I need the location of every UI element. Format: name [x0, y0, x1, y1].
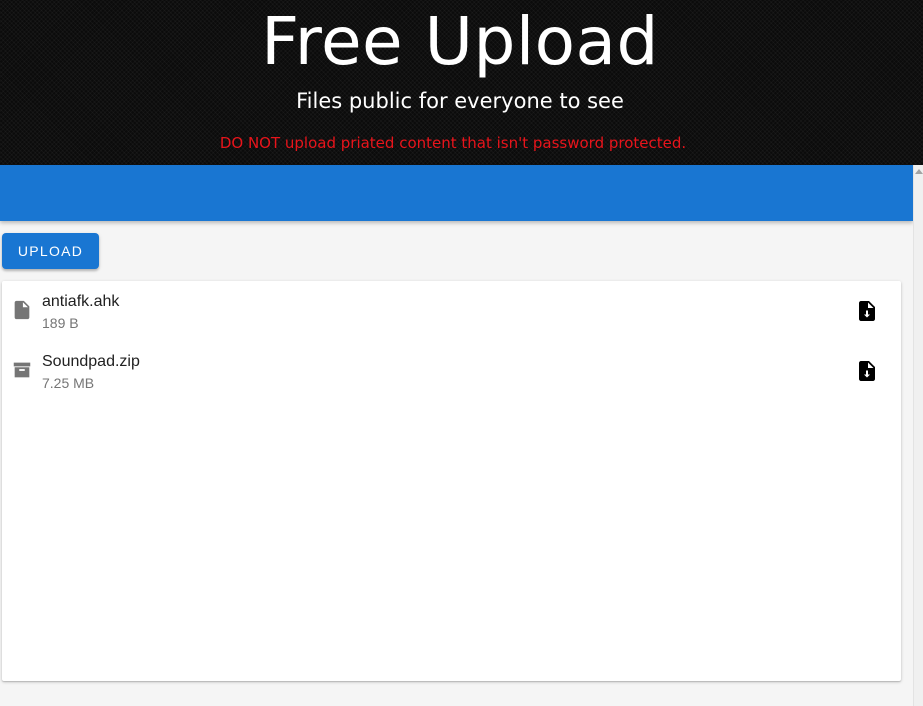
file-name: Soundpad.zip — [42, 353, 140, 370]
app-toolbar — [0, 165, 913, 221]
file-size: 189 B — [42, 315, 79, 331]
archive-icon — [11, 359, 33, 381]
file-list: antiafk.ahk 189 B Soundpad.zip 7.25 MB — [2, 281, 901, 681]
site-header: Free Upload Files public for everyone to… — [0, 0, 923, 165]
scroll-up-arrow-icon[interactable] — [915, 169, 923, 174]
file-list-item[interactable]: antiafk.ahk 189 B — [2, 281, 901, 341]
file-download-icon[interactable] — [855, 299, 879, 323]
vertical-scrollbar[interactable] — [913, 165, 923, 706]
file-size: 7.25 MB — [42, 375, 95, 391]
piracy-warning: DO NOT upload priated content that isn't… — [219, 134, 687, 152]
file-list-item[interactable]: Soundpad.zip 7.25 MB — [2, 341, 901, 401]
file-name: antiafk.ahk — [42, 293, 120, 310]
file-icon — [11, 299, 33, 321]
main-content: UPLOAD antiafk.ahk 189 B Soundpad.zip 7.… — [0, 165, 913, 706]
upload-button[interactable]: UPLOAD — [2, 233, 99, 269]
file-download-icon[interactable] — [855, 359, 879, 383]
site-title: Free Upload — [261, 3, 659, 80]
site-subtitle: Files public for everyone to see — [296, 89, 624, 113]
